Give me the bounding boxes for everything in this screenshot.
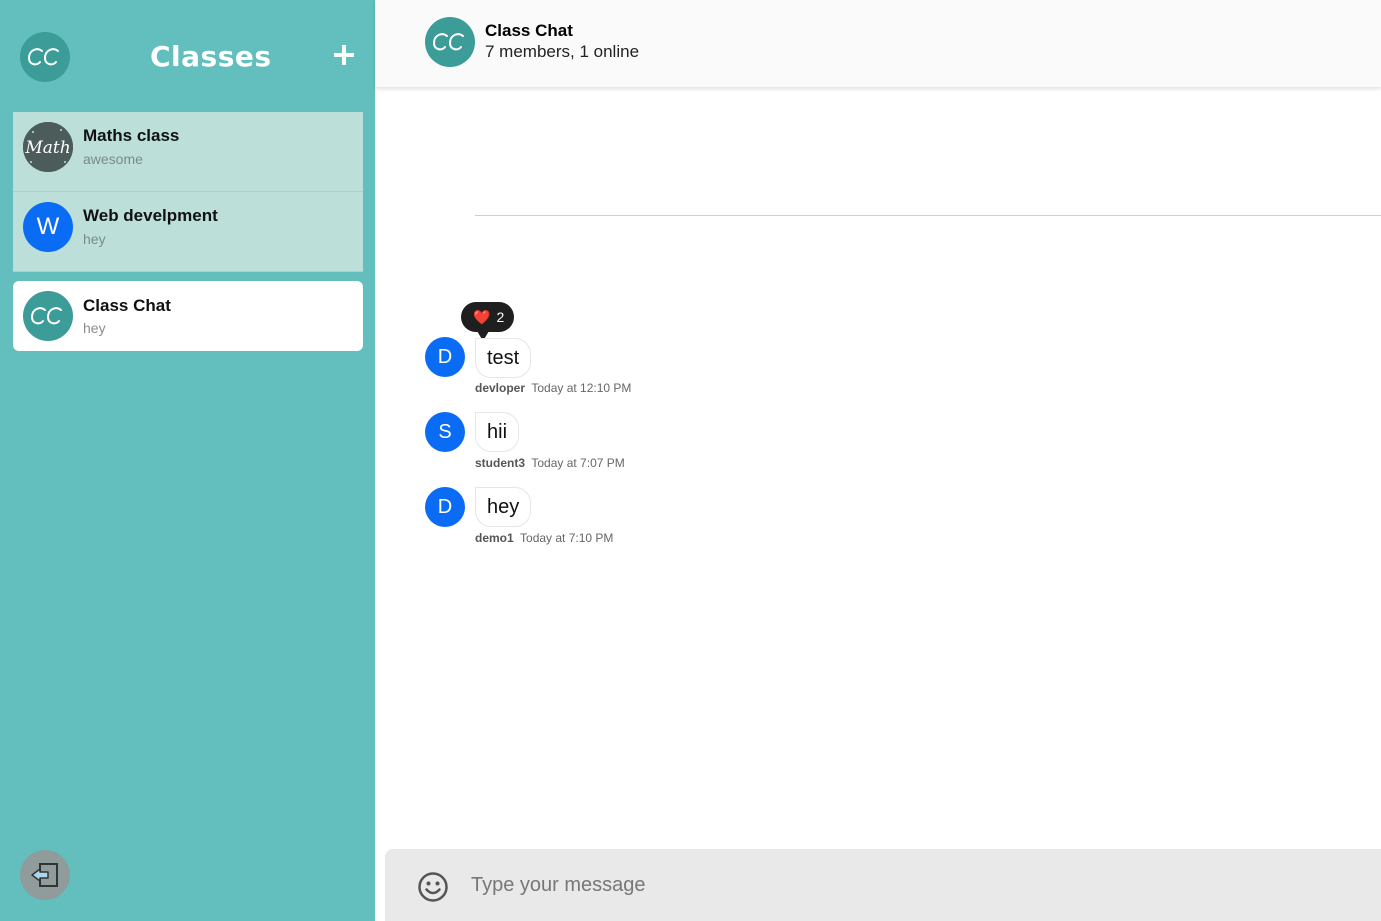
class-name: Web develpment: [83, 206, 218, 225]
class-item-class-chat[interactable]: Class Chat hey: [13, 281, 363, 351]
message-reaction[interactable]: ❤️ 2: [461, 302, 515, 341]
logout-button[interactable]: [20, 850, 70, 900]
sidebar: Classes Math Maths class awesome W Web d…: [0, 0, 375, 921]
message-bubble[interactable]: test: [475, 338, 532, 378]
smiley-icon: [418, 872, 448, 902]
message-time: Today at 7:10 PM: [520, 531, 614, 545]
cc-logo-icon: [27, 48, 59, 66]
class-chat-avatar: [23, 291, 73, 341]
logout-icon: [31, 863, 58, 887]
math-image-icon: Math: [23, 122, 73, 172]
reaction-count: 2: [496, 309, 505, 325]
message-meta: student3 Today at 7:07 PM: [475, 456, 625, 470]
cc-logo-icon: [30, 307, 62, 325]
message-author: student3: [475, 456, 526, 470]
web-class-avatar: W: [23, 202, 73, 252]
message-bubble[interactable]: hey: [475, 487, 532, 527]
class-last-message: hey: [83, 231, 106, 247]
math-class-avatar: Math: [23, 122, 73, 172]
message-author: demo1: [475, 531, 514, 545]
add-class-button[interactable]: [330, 40, 358, 72]
class-item-maths[interactable]: Math Maths class awesome: [13, 112, 363, 192]
class-name: Class Chat: [83, 296, 171, 315]
class-list: Math Maths class awesome W Web develpmen…: [13, 112, 363, 351]
chat-title: Class Chat: [485, 21, 573, 40]
date-divider: [475, 215, 1381, 216]
chat-header: Class Chat 7 members, 1 online: [375, 0, 1381, 87]
chat-avatar: [425, 17, 475, 67]
message-bubble[interactable]: hii: [475, 412, 520, 452]
heart-icon: ❤️: [473, 308, 491, 325]
plus-icon: [334, 45, 354, 65]
message-input[interactable]: [471, 867, 1351, 903]
message-composer: [385, 849, 1381, 921]
avatar[interactable]: D: [425, 487, 465, 527]
message-time: Today at 12:10 PM: [531, 381, 632, 395]
class-last-message: hey: [83, 320, 106, 336]
class-item-web-development[interactable]: W Web develpment hey: [13, 192, 363, 272]
app-logo: [20, 32, 70, 82]
avatar[interactable]: S: [425, 412, 465, 452]
sidebar-title: Classes: [150, 40, 272, 73]
message-meta: demo1 Today at 7:10 PM: [475, 531, 613, 545]
cc-logo-icon: [432, 33, 464, 51]
class-last-message: awesome: [83, 151, 143, 167]
chat-member-status: 7 members, 1 online: [485, 42, 640, 61]
class-name: Maths class: [83, 126, 180, 145]
message-time: Today at 7:07 PM: [531, 456, 625, 470]
message-meta: devloper Today at 12:10 PM: [475, 381, 631, 395]
avatar[interactable]: D: [425, 337, 465, 377]
message-author: devloper: [475, 381, 526, 395]
svg-text:Math: Math: [24, 138, 70, 158]
emoji-button[interactable]: [417, 871, 449, 903]
